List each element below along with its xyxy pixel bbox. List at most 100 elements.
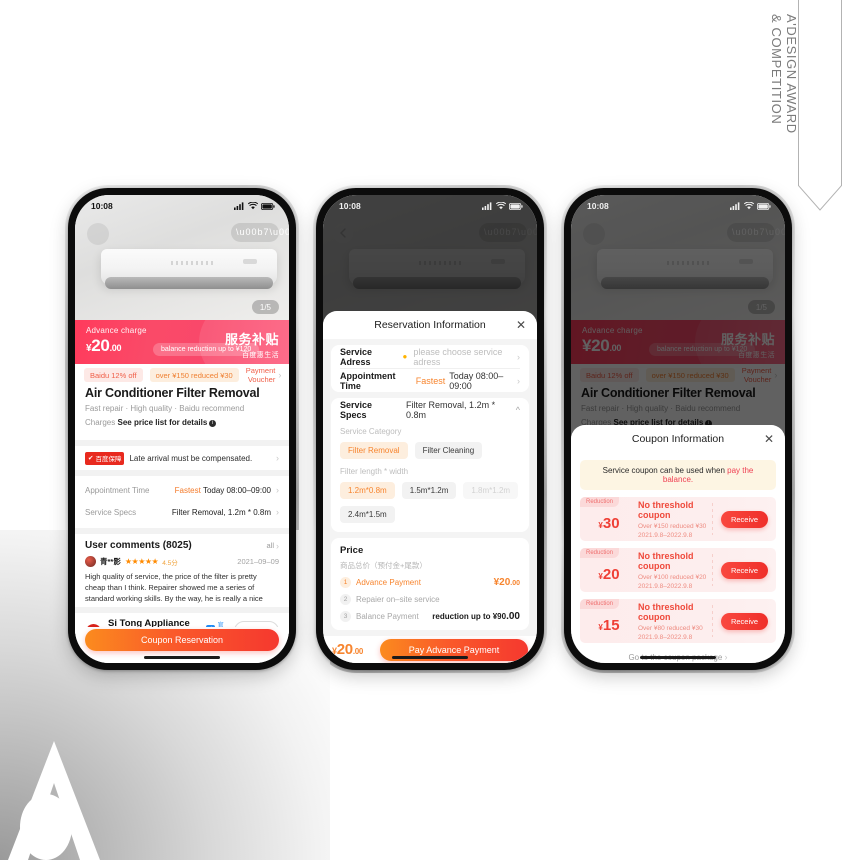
chevron-up-icon[interactable]: ^ bbox=[516, 405, 520, 415]
ac-led-detail bbox=[243, 259, 257, 264]
price-card: Price 商品总价（预付金+尾款） 1 Advance Payment ¥20… bbox=[331, 538, 529, 630]
chevron-right-icon: › bbox=[276, 485, 279, 495]
avatar bbox=[85, 556, 96, 567]
coupon-validity: 2021.9.8–2022.9.8 bbox=[638, 633, 693, 641]
appointment-time-value: Today 08:00–09:00 bbox=[449, 370, 504, 391]
phone3-screen: \u00b7\u00b7\u00b7 ✕ 1/5 Advance charge … bbox=[571, 195, 785, 663]
filter-size-label: Filter length * width bbox=[340, 467, 409, 476]
option-size-1[interactable]: 1.2m*0.8m bbox=[340, 482, 395, 499]
filter-size-options: 1.2m*0.8m 1.5m*1.2m 1.8m*1.2m 2.4m*1.5m bbox=[340, 476, 520, 525]
service-category-label: Service Category bbox=[340, 427, 402, 436]
appointment-time-value: Today 08:00–09:00 bbox=[202, 485, 271, 495]
guarantee-row[interactable]: ✔ 百度保障 Late arrival must be compensated.… bbox=[75, 446, 289, 470]
appointment-time-row[interactable]: Appointment Time Fastest Today 08:00–09:… bbox=[340, 369, 520, 392]
a-design-award-logo bbox=[8, 741, 100, 860]
subsidy-cn-sub: 百度惠生活 bbox=[242, 352, 279, 359]
option-size-3: 1.8m*1.2m bbox=[463, 482, 519, 499]
award-ribbon: A'DESIGN AWARD & COMPETITION bbox=[769, 0, 842, 211]
payment-voucher-link[interactable]: Payment Voucher › bbox=[246, 366, 282, 384]
ac-lower-bar bbox=[105, 277, 273, 289]
chevron-right-icon: › bbox=[276, 540, 279, 551]
price-step-name: Repaier on–site service bbox=[356, 595, 440, 604]
signal-icon bbox=[482, 202, 492, 210]
option-size-2[interactable]: 1.5m*1.2m bbox=[401, 482, 457, 499]
footer-cents: .00 bbox=[352, 647, 364, 656]
sheet-title: Coupon Information bbox=[631, 433, 725, 445]
chevron-right-icon: › bbox=[724, 652, 728, 662]
product-title-block: Air Conditioner Filter Removal Fast repa… bbox=[75, 385, 289, 427]
hero-action-pill[interactable]: \u00b7\u00b7\u00b7 ✕ bbox=[231, 223, 289, 242]
home-indicator bbox=[144, 655, 220, 659]
comment-date: 2021–09–09 bbox=[237, 557, 279, 566]
close-x-icon[interactable]: ✕ bbox=[764, 433, 774, 445]
service-address-row[interactable]: Service Adress ● please choose service a… bbox=[340, 345, 520, 368]
appointment-time-highlight: Fastest bbox=[174, 485, 201, 495]
info-icon[interactable]: i bbox=[209, 420, 217, 427]
coupon-card: Reduction ¥20 No threshold coupon Over ¥… bbox=[580, 548, 776, 592]
subsidy-label: Advance charge bbox=[86, 326, 147, 335]
receive-button[interactable]: Receive bbox=[721, 561, 768, 579]
reservation-basics-card: Service Adress ● please choose service a… bbox=[331, 345, 529, 392]
reservation-information-sheet: Reservation Information ✕ Service Adress… bbox=[323, 311, 537, 663]
promo-chip-threshold[interactable]: over ¥150 reduced ¥30 bbox=[149, 368, 239, 382]
rating-stars-icon: ★★★★★ bbox=[124, 557, 159, 566]
signal-icon bbox=[730, 202, 740, 210]
receive-button[interactable]: Receive bbox=[721, 510, 768, 528]
phone2-status-bar: 10:08 bbox=[323, 195, 537, 215]
charges-value: See price list for details bbox=[117, 418, 208, 427]
wifi-icon bbox=[496, 202, 506, 210]
chevron-right-icon: › bbox=[517, 375, 520, 386]
close-x-icon[interactable]: ✕ bbox=[516, 319, 526, 331]
location-pin-icon: ● bbox=[402, 352, 408, 361]
award-ribbon-text: A'DESIGN AWARD & COMPETITION bbox=[769, 14, 799, 200]
comments-all-label: all bbox=[266, 541, 274, 550]
coupon-reservation-button[interactable]: Coupon Reservation bbox=[85, 629, 279, 651]
status-time: 10:08 bbox=[587, 201, 609, 211]
coupon-notice: Service coupon can be used when pay the … bbox=[580, 460, 776, 490]
sheet-header: Coupon Information ✕ bbox=[571, 425, 785, 453]
coupon-desc: Over ¥80 reduced ¥30 bbox=[638, 624, 703, 632]
sheet-title: Reservation Information bbox=[374, 319, 486, 331]
price-step-number: 2 bbox=[340, 594, 351, 605]
charges-label: Charges bbox=[85, 418, 116, 427]
option-size-4[interactable]: 2.4m*1.5m bbox=[340, 506, 395, 523]
promo-chip-row: Baidu 12% off over ¥150 reduced ¥30 Paym… bbox=[75, 364, 289, 386]
go-to-coupon-package-link[interactable]: Go to the coupon package › bbox=[571, 643, 785, 663]
service-specs-value: Filter Removal, 1.2m * 0.8m bbox=[171, 507, 271, 517]
status-time: 10:08 bbox=[91, 201, 113, 211]
more-dots-icon[interactable]: \u00b7\u00b7\u00b7 bbox=[236, 228, 289, 237]
appointment-time-row[interactable]: Appointment Time Fastest Today 08:00–09:… bbox=[75, 479, 289, 501]
appointment-time-highlight: Fastest bbox=[415, 375, 446, 386]
guarantee-text: Late arrival must be compensated. bbox=[129, 453, 253, 463]
comments-all-link[interactable]: all › bbox=[266, 541, 279, 551]
price-line-3: 3 Balance Payment reduction up to ¥90.00 bbox=[340, 605, 520, 622]
coupon-title: No threshold coupon bbox=[638, 550, 694, 571]
service-specs-row[interactable]: Service Specs Filter Removal, 1.2m * 0.8… bbox=[75, 501, 289, 523]
coupon-card: Reduction ¥30 No threshold coupon Over ¥… bbox=[580, 497, 776, 541]
coupon-tag: Reduction bbox=[580, 497, 620, 507]
price-step-cents: .00 bbox=[506, 611, 520, 622]
chevron-right-icon: › bbox=[276, 453, 279, 463]
voucher-line2: Voucher bbox=[247, 375, 276, 384]
promo-chip-discount[interactable]: Baidu 12% off bbox=[84, 368, 143, 382]
service-specs-label: Service Specs bbox=[85, 507, 137, 517]
price-heading: Price bbox=[340, 545, 364, 556]
signal-icon bbox=[234, 202, 244, 210]
service-specs-value: Filter Removal, 1.2m * 0.8m bbox=[406, 399, 496, 420]
option-filter-removal[interactable]: Filter Removal bbox=[340, 442, 408, 459]
coupon-perforation bbox=[712, 503, 713, 535]
coupon-amount: 15 bbox=[602, 617, 620, 634]
service-specs-row[interactable]: Service Specs Filter Removal, 1.2m * 0.8… bbox=[340, 398, 520, 421]
ribbon-tail-icon bbox=[798, 185, 842, 211]
service-specs-card: Service Specs Filter Removal, 1.2m * 0.8… bbox=[331, 398, 529, 532]
product-subtitle: Fast repair · High quality · Baidu recom… bbox=[85, 404, 245, 413]
charges-row[interactable]: Charges See price list for detailsi bbox=[85, 418, 279, 427]
coupon-amount: 20 bbox=[602, 566, 620, 583]
subsidy-cn-title: 服务补贴 bbox=[224, 332, 279, 347]
receive-button[interactable]: Receive bbox=[721, 612, 768, 630]
phone-mockup-2: \u00b7\u00b7\u00b7 ✕ 1/5 10:08 bbox=[313, 185, 547, 673]
footer-amount: 20 bbox=[336, 641, 353, 658]
home-indicator bbox=[640, 655, 716, 659]
coupon-card: Reduction ¥15 No threshold coupon Over ¥… bbox=[580, 599, 776, 643]
option-filter-cleaning[interactable]: Filter Cleaning bbox=[414, 442, 483, 459]
